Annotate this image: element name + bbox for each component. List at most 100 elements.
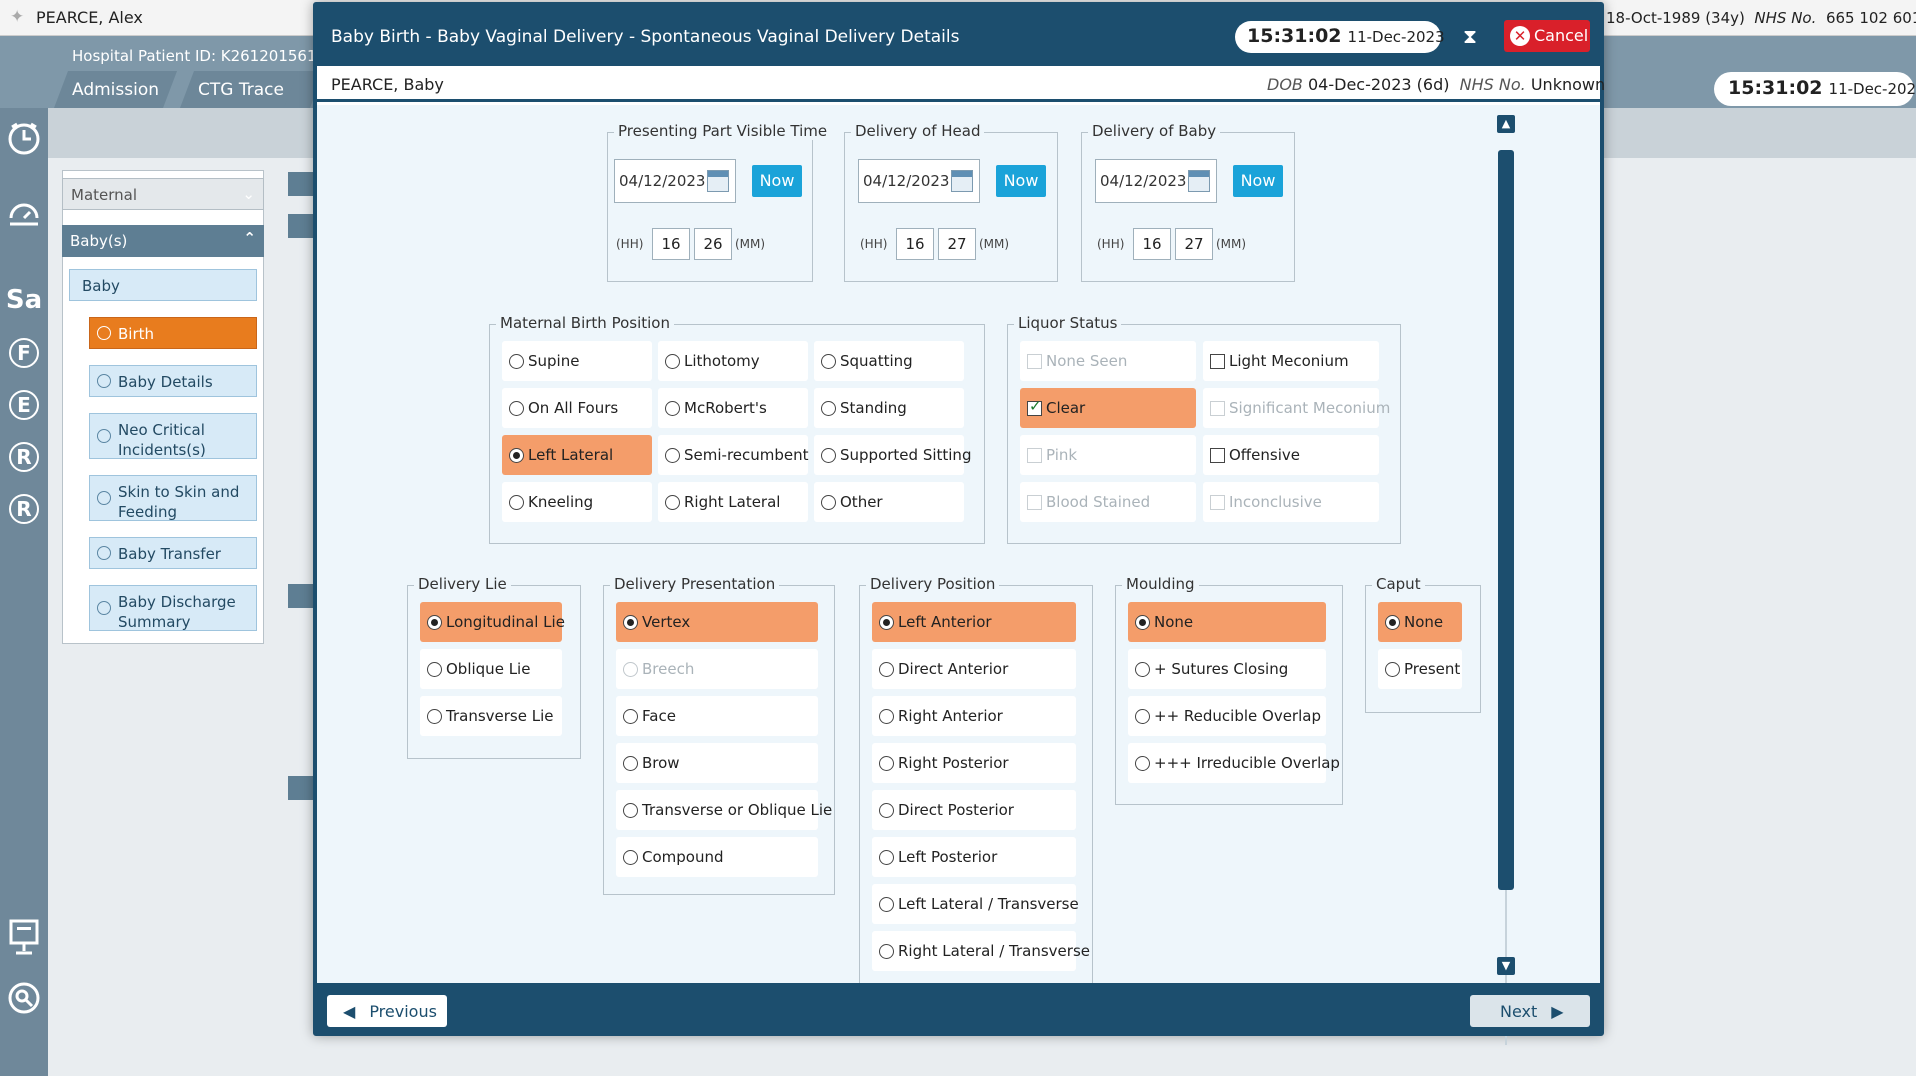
r2-shortcut-icon[interactable]: R	[4, 488, 44, 528]
baby-date-input[interactable]: 04/12/2023	[1095, 159, 1217, 203]
moulding-option-irreducible-overlap[interactable]: +++ Irreducible Overlap	[1128, 743, 1340, 783]
liquor-option-significant-meconium[interactable]: Significant Meconium	[1203, 388, 1390, 428]
sidebar-item-baby-transfer[interactable]: Baby Transfer	[89, 537, 257, 569]
presentation-option-brow[interactable]: Brow	[616, 743, 818, 783]
head-date-input[interactable]: 04/12/2023	[858, 159, 980, 203]
sidebar-item-baby[interactable]: Baby	[69, 269, 257, 301]
liquor-option-none-seen[interactable]: None Seen	[1020, 341, 1196, 381]
sidebar-item-neo-critical[interactable]: Neo Critical Incidents(s)	[89, 413, 257, 459]
radio-icon	[623, 756, 638, 771]
search-icon[interactable]	[4, 980, 44, 1020]
tab-ctg-trace[interactable]: CTG Trace	[180, 71, 302, 108]
filter-icon[interactable]: ⧗	[1463, 24, 1477, 48]
option-label: Other	[840, 493, 883, 511]
sidebar-item-birth[interactable]: Birth	[89, 317, 257, 349]
cancel-button[interactable]: ✕ Cancel	[1504, 20, 1590, 52]
radio-icon	[879, 662, 894, 677]
maternal-position-option-kneeling[interactable]: Kneeling	[502, 482, 652, 522]
maternal-position-option-squatting[interactable]: Squatting	[814, 341, 964, 381]
e-shortcut-icon[interactable]: E	[4, 384, 44, 424]
option-label: On All Fours	[528, 399, 619, 417]
baby-minute-input[interactable]: 27	[1175, 228, 1213, 260]
babys-section-header[interactable]: Baby(s) ⌃	[62, 225, 264, 257]
maternal-position-option-other[interactable]: Other	[814, 482, 964, 522]
next-button[interactable]: Next ▶	[1470, 995, 1590, 1027]
baby-now-button[interactable]: Now	[1233, 165, 1283, 197]
position-option-right-posterior[interactable]: Right Posterior	[872, 743, 1076, 783]
circle-icon	[97, 491, 111, 505]
sidebar-item-baby-details[interactable]: Baby Details	[89, 365, 257, 397]
maternal-position-option-semi-recumbent[interactable]: Semi-recumbent	[658, 435, 809, 475]
maternal-position-option-supported-sitting[interactable]: Supported Sitting	[814, 435, 971, 475]
moulding-option-reducible-overlap[interactable]: ++ Reducible Overlap	[1128, 696, 1326, 736]
presenting-hour-input[interactable]: 16	[652, 228, 690, 260]
radio-icon	[509, 354, 524, 369]
caput-option-present[interactable]: Present	[1378, 649, 1462, 689]
lie-option-transverse-lie[interactable]: Transverse Lie	[420, 696, 562, 736]
maternal-position-option-standing[interactable]: Standing	[814, 388, 964, 428]
sidebar-item-skin-to-skin[interactable]: Skin to Skin and Feeding	[89, 475, 257, 521]
liquor-option-light-meconium[interactable]: Light Meconium	[1203, 341, 1379, 381]
position-option-left-lateral-transverse[interactable]: Left Lateral / Transverse	[872, 884, 1079, 924]
presentation-option-breech[interactable]: Breech	[616, 649, 818, 689]
hh-label: (HH)	[616, 237, 644, 251]
position-option-direct-anterior[interactable]: Direct Anterior	[872, 649, 1076, 689]
head-minute-input[interactable]: 27	[938, 228, 976, 260]
star-icon[interactable]: ✦	[10, 7, 24, 27]
presentation-option-face[interactable]: Face	[616, 696, 818, 736]
presentation-option-compound[interactable]: Compound	[616, 837, 818, 877]
presentation-option-vertex[interactable]: Vertex	[616, 602, 818, 642]
calendar-icon[interactable]	[707, 170, 729, 192]
baby-hour-input[interactable]: 16	[1133, 228, 1171, 260]
position-option-right-anterior[interactable]: Right Anterior	[872, 696, 1076, 736]
tab-admission[interactable]: Admission	[54, 71, 177, 108]
sa-shortcut-icon[interactable]: Sa	[4, 280, 44, 320]
maternal-position-option-right-lateral[interactable]: Right Lateral	[658, 482, 808, 522]
r-shortcut-icon[interactable]: R	[4, 436, 44, 476]
position-option-left-anterior[interactable]: Left Anterior	[872, 602, 1076, 642]
lie-option-longitudinal-lie[interactable]: Longitudinal Lie	[420, 602, 565, 642]
lie-option-oblique-lie[interactable]: Oblique Lie	[420, 649, 562, 689]
calendar-icon[interactable]	[951, 170, 973, 192]
patient-demographics: 18-Oct-1989 (34y) NHS No. 665 102 6015	[1606, 9, 1916, 27]
maternal-position-option-lithotomy[interactable]: Lithotomy	[658, 341, 808, 381]
head-now-button[interactable]: Now	[996, 165, 1046, 197]
previous-button[interactable]: ◀ Previous	[327, 995, 447, 1027]
maternal-position-option-mcrobert-s[interactable]: McRobert's	[658, 388, 808, 428]
maternal-position-option-supine[interactable]: Supine	[502, 341, 652, 381]
position-option-right-lateral-transverse[interactable]: Right Lateral / Transverse	[872, 931, 1090, 971]
liquor-option-blood-stained[interactable]: Blood Stained	[1020, 482, 1196, 522]
maternal-section-header[interactable]: Maternal ⌄	[62, 178, 264, 210]
delivery-lie-group: Delivery Lie Longitudinal Lie Oblique Lie T…	[407, 575, 581, 759]
scroll-up-icon[interactable]: ▲	[1497, 115, 1515, 133]
option-label: Pink	[1046, 446, 1078, 464]
scrollbar-thumb[interactable]	[1498, 150, 1514, 890]
calendar-icon[interactable]	[1188, 170, 1210, 192]
maternal-position-option-on-all-fours[interactable]: On All Fours	[502, 388, 652, 428]
arrow-right-icon: ▶	[1551, 1002, 1564, 1021]
position-option-left-posterior[interactable]: Left Posterior	[872, 837, 1076, 877]
liquor-option-pink[interactable]: Pink	[1020, 435, 1196, 475]
clock-icon[interactable]	[4, 120, 44, 160]
moulding-option-sutures-closing[interactable]: + Sutures Closing	[1128, 649, 1326, 689]
scroll-down-icon[interactable]: ▼	[1497, 957, 1515, 975]
radio-icon	[665, 354, 680, 369]
presenting-date-input[interactable]: 04/12/2023	[614, 159, 736, 203]
caput-option-none[interactable]: None	[1378, 602, 1462, 642]
arrow-left-icon: ◀	[343, 1002, 356, 1021]
liquor-option-clear[interactable]: Clear	[1020, 388, 1196, 428]
presenting-minute-input[interactable]: 26	[694, 228, 732, 260]
f-shortcut-icon[interactable]: F	[4, 332, 44, 372]
liquor-option-offensive[interactable]: Offensive	[1203, 435, 1379, 475]
sidebar-item-baby-discharge[interactable]: Baby Discharge Summary	[89, 585, 257, 631]
liquor-option-inconclusive[interactable]: Inconclusive	[1203, 482, 1379, 522]
timer-alarm-icon[interactable]	[4, 196, 44, 236]
position-option-direct-posterior[interactable]: Direct Posterior	[872, 790, 1076, 830]
presentation-icon[interactable]	[4, 918, 44, 958]
moulding-option-none[interactable]: None	[1128, 602, 1326, 642]
maternal-position-option-left-lateral[interactable]: Left Lateral	[502, 435, 652, 475]
presenting-now-button[interactable]: Now	[752, 165, 802, 197]
head-hour-input[interactable]: 16	[896, 228, 934, 260]
mm-label: (MM)	[979, 237, 1010, 251]
presentation-option-transverse-or-oblique-lie[interactable]: Transverse or Oblique Lie	[616, 790, 832, 830]
